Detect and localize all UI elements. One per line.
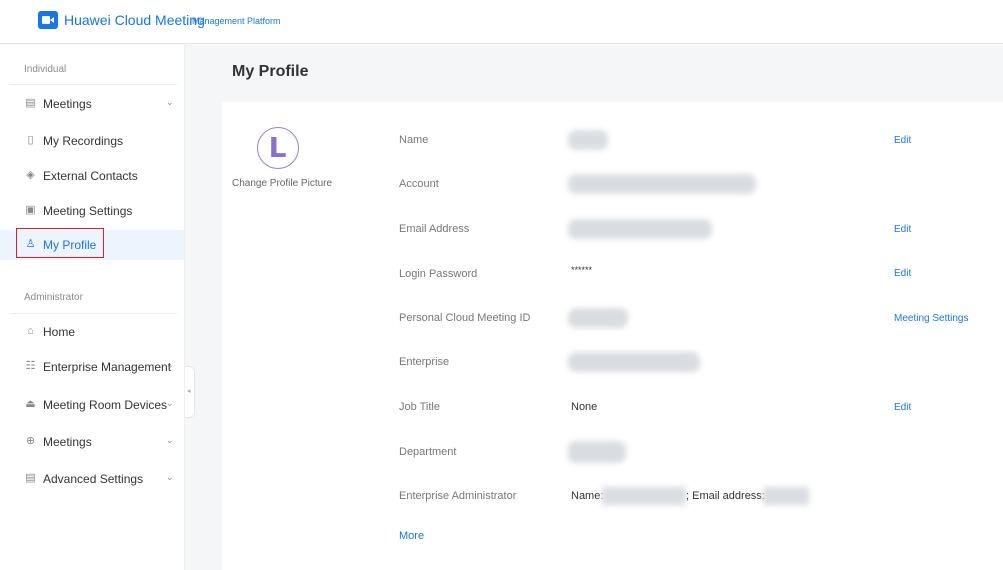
field-label-password: Login Password: [399, 268, 478, 280]
sidebar-item-enterprise-management[interactable]: ☷ Enterprise Management ⌄: [0, 352, 184, 382]
divider: [10, 313, 177, 314]
advanced-icon: ▤: [25, 472, 36, 484]
sidebar-item-meeting-settings[interactable]: ▣ Meeting Settings: [0, 196, 184, 226]
chevron-down-icon: ⌄: [166, 398, 174, 408]
sidebar-collapse-handle[interactable]: ◂: [185, 366, 195, 418]
sidebar-item-label: Advanced Settings: [43, 472, 144, 486]
sidebar-item-advanced-settings[interactable]: ▤ Advanced Settings ⌄: [0, 464, 184, 494]
file-icon: ▯: [27, 134, 34, 146]
chevron-down-icon: ⌄: [166, 97, 174, 107]
redacted-value: [763, 487, 809, 505]
field-label-enterprise-admin: Enterprise Administrator: [399, 490, 517, 502]
chevron-down-icon: ⌄: [166, 435, 174, 445]
device-icon: ⏏: [25, 398, 36, 410]
contact-icon: ◈: [26, 169, 35, 181]
meeting-settings-link[interactable]: Meeting Settings: [894, 313, 969, 324]
sidebar-item-meeting-room-devices[interactable]: ⏏ Meeting Room Devices ⌄: [0, 390, 184, 420]
chevron-down-icon: ⌄: [166, 360, 174, 370]
redacted-value: [568, 174, 756, 194]
sidebar-item-admin-meetings[interactable]: ⊕ Meetings ⌄: [0, 427, 184, 457]
highlight-annotation: [16, 228, 104, 258]
password-value: ******: [571, 265, 593, 275]
field-label-name: Name: [399, 134, 429, 146]
section-label-individual: Individual: [24, 64, 67, 75]
calendar-icon: ▤: [25, 97, 36, 109]
video-camera-icon: [38, 11, 58, 29]
edit-name-link[interactable]: Edit: [894, 135, 911, 146]
chevron-left-icon: ◂: [187, 388, 191, 395]
brand-name[interactable]: Huawei Cloud Meeting: [64, 12, 205, 28]
sidebar-item-external-contacts[interactable]: ◈ External Contacts: [0, 161, 184, 191]
sidebar-item-label: Enterprise Management: [43, 360, 172, 374]
settings-card-icon: ▣: [25, 204, 36, 216]
chevron-down-icon: ⌄: [166, 472, 174, 482]
sidebar-item-my-recordings[interactable]: ▯ My Recordings: [0, 126, 184, 156]
home-icon: ⌂: [27, 325, 34, 337]
sidebar-item-label: Meetings: [43, 435, 92, 449]
sidebar-item-label: Home: [43, 325, 76, 339]
edit-password-link[interactable]: Edit: [894, 268, 911, 279]
brand-subtitle: Management Platform: [192, 16, 281, 26]
sidebar-item-label: Meeting Room Devices: [43, 398, 168, 412]
sidebar-item-meetings[interactable]: ▤ Meetings ⌄: [0, 89, 184, 119]
avatar[interactable]: L: [257, 127, 299, 169]
sidebar-item-label: Meeting Settings: [43, 204, 133, 218]
redacted-value: [568, 130, 608, 150]
field-label-email: Email Address: [399, 223, 470, 235]
top-bar: Huawei Cloud Meeting Management Platform: [0, 0, 1003, 44]
divider: [10, 84, 177, 85]
edit-job-title-link[interactable]: Edit: [894, 402, 911, 413]
admin-email-label: ; Email address:: [686, 490, 765, 502]
sidebar-item-label: Meetings: [43, 97, 92, 111]
admin-name-label: Name:: [571, 490, 604, 502]
edit-email-link[interactable]: Edit: [894, 224, 911, 235]
field-label-meeting-id: Personal Cloud Meeting ID: [399, 312, 531, 324]
redacted-value: [568, 308, 628, 328]
redacted-value: [568, 219, 712, 239]
field-label-enterprise: Enterprise: [399, 356, 450, 368]
redacted-value: [602, 487, 686, 505]
sidebar-item-home[interactable]: ⌂ Home: [0, 317, 184, 347]
change-profile-picture-link[interactable]: Change Profile Picture: [232, 178, 332, 189]
section-label-administrator: Administrator: [24, 292, 83, 303]
job-title-value: None: [571, 401, 598, 413]
page-title: My Profile: [232, 63, 309, 80]
org-icon: ☷: [25, 360, 36, 372]
field-label-job-title: Job Title: [399, 401, 440, 413]
sidebar-item-label: My Recordings: [43, 134, 124, 148]
field-label-department: Department: [399, 446, 457, 458]
globe-icon: ⊕: [25, 435, 36, 447]
field-label-account: Account: [399, 178, 439, 190]
avatar-letter: L: [268, 131, 287, 164]
redacted-value: [568, 352, 700, 372]
sidebar-item-label: External Contacts: [43, 169, 138, 183]
more-link[interactable]: More: [399, 530, 424, 542]
redacted-value: [568, 441, 626, 463]
